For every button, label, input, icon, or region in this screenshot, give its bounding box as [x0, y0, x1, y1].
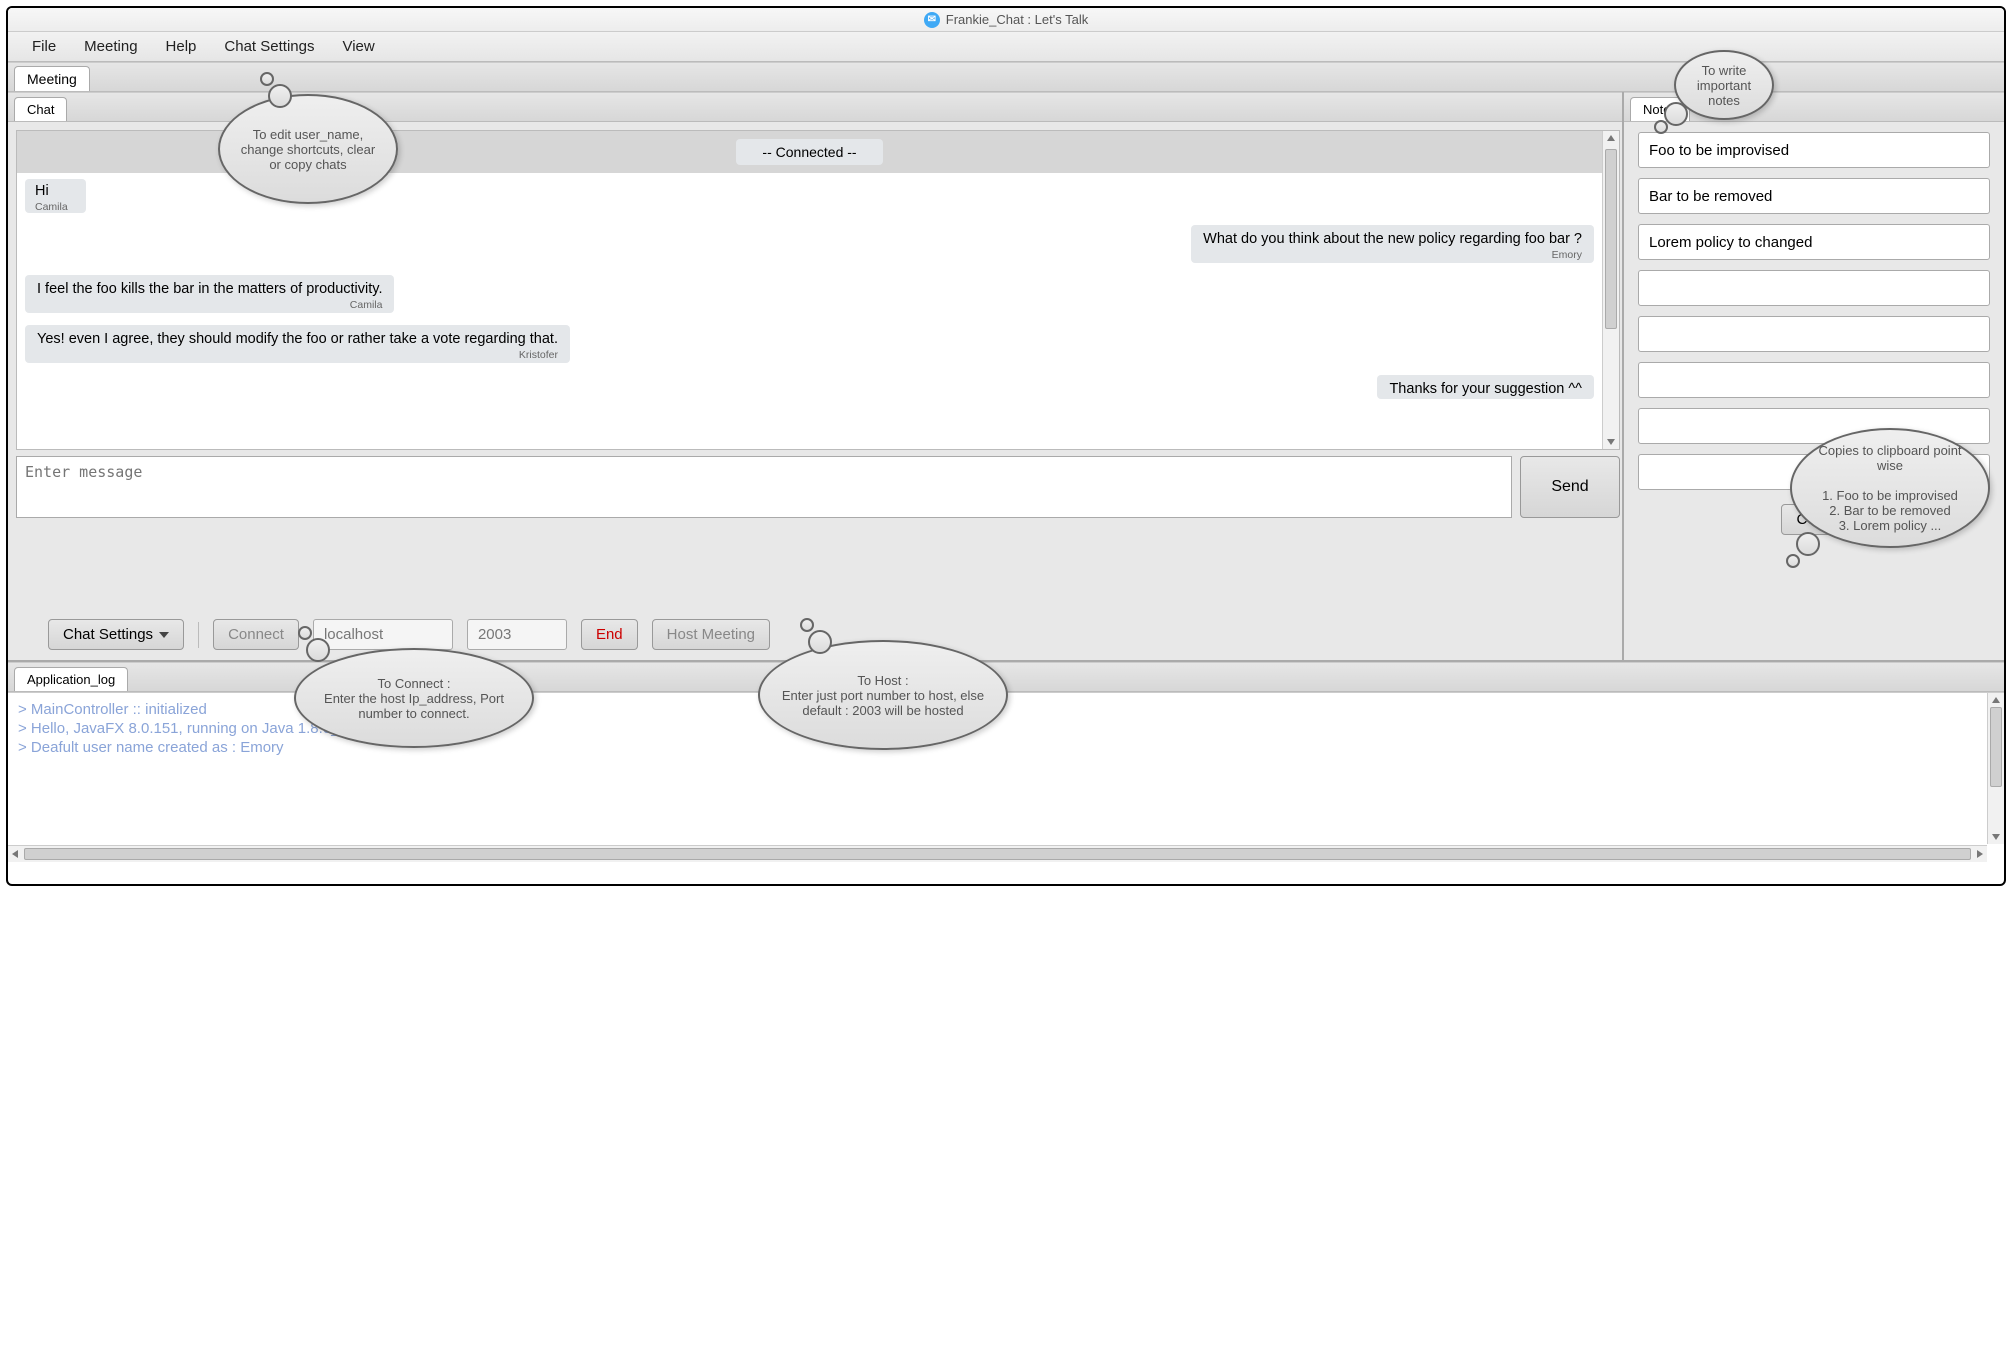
chat-scrollbar[interactable]	[1602, 131, 1619, 449]
callout-text: To edit user_name, change shortcuts, cle…	[238, 127, 378, 172]
notes-panel: Notes Copy	[1624, 92, 2004, 660]
msg-author: Emory	[1203, 249, 1582, 261]
chat-message: Yes! even I agree, they should modify th…	[25, 325, 570, 363]
send-button[interactable]: Send	[1520, 456, 1620, 518]
msg-text: What do you think about the new policy r…	[1203, 231, 1582, 247]
callout-connect: To Connect : Enter the host Ip_address, …	[294, 648, 534, 748]
host-input[interactable]	[313, 619, 453, 650]
msg-text: Hi	[35, 183, 68, 199]
menu-help[interactable]: Help	[152, 34, 211, 59]
log-scrollbar-h[interactable]	[8, 845, 1987, 862]
msg-text: Thanks for your suggestion ^^	[1389, 381, 1582, 397]
msg-author: Camila	[37, 299, 382, 311]
menu-meeting[interactable]: Meeting	[70, 34, 151, 59]
menu-file[interactable]: File	[18, 34, 70, 59]
notes-body: Copy	[1624, 122, 2004, 660]
msg-text: Yes! even I agree, they should modify th…	[37, 331, 558, 347]
chat-settings-dropdown[interactable]: Chat Settings	[48, 619, 184, 650]
message-input-row: Send	[16, 456, 1620, 518]
callout-chat-settings: To edit user_name, change shortcuts, cle…	[218, 94, 398, 204]
note-field[interactable]	[1638, 224, 1990, 260]
window-title: Frankie_Chat : Let's Talk	[946, 12, 1088, 27]
callout-text: To Connect : Enter the host Ip_address, …	[314, 676, 514, 721]
app-icon: ✉	[924, 12, 940, 28]
tab-meeting[interactable]: Meeting	[14, 66, 90, 91]
chat-message: Thanks for your suggestion ^^	[1377, 375, 1594, 399]
callout-text: To write important notes	[1694, 63, 1754, 108]
msg-author: Camila	[35, 201, 68, 213]
chat-message: I feel the foo kills the bar in the matt…	[25, 275, 394, 313]
chat-message: Hi Camila	[25, 179, 86, 213]
callout-text: Copies to clipboard point wise 1. Foo to…	[1810, 443, 1970, 533]
title-bar: ✉ Frankie_Chat : Let's Talk	[8, 8, 2004, 32]
log-scrollbar-v[interactable]	[1987, 693, 2004, 844]
note-field[interactable]	[1638, 132, 1990, 168]
msg-text: I feel the foo kills the bar in the matt…	[37, 281, 382, 297]
callout-copy: Copies to clipboard point wise 1. Foo to…	[1790, 428, 1990, 548]
callout-host: To Host : Enter just port number to host…	[758, 640, 1008, 750]
connect-button[interactable]: Connect	[213, 619, 299, 650]
tab-application-log[interactable]: Application_log	[14, 667, 128, 691]
end-button[interactable]: End	[581, 619, 638, 650]
menu-view[interactable]: View	[328, 34, 388, 59]
note-field[interactable]	[1638, 316, 1990, 352]
note-field[interactable]	[1638, 362, 1990, 398]
msg-author: Kristofer	[37, 349, 558, 361]
tab-chat[interactable]: Chat	[14, 97, 67, 121]
log-line: > Deafult user name created as : Emory	[18, 739, 1994, 756]
separator	[198, 622, 199, 648]
chevron-down-icon	[159, 632, 169, 638]
app-window: ✉ Frankie_Chat : Let's Talk File Meeting…	[6, 6, 2006, 886]
connected-pill: -- Connected --	[736, 139, 882, 165]
chat-settings-label: Chat Settings	[63, 626, 153, 643]
port-input[interactable]	[467, 619, 567, 650]
note-field[interactable]	[1638, 178, 1990, 214]
note-field[interactable]	[1638, 270, 1990, 306]
menu-chat-settings[interactable]: Chat Settings	[210, 34, 328, 59]
chat-message: What do you think about the new policy r…	[1191, 225, 1594, 263]
callout-notes: To write important notes	[1674, 50, 1774, 120]
host-meeting-button[interactable]: Host Meeting	[652, 619, 770, 650]
callout-text: To Host : Enter just port number to host…	[778, 673, 988, 718]
chat-body: -- Connected -- Hi Camila What do you th…	[8, 122, 1622, 609]
message-input[interactable]	[16, 456, 1512, 518]
